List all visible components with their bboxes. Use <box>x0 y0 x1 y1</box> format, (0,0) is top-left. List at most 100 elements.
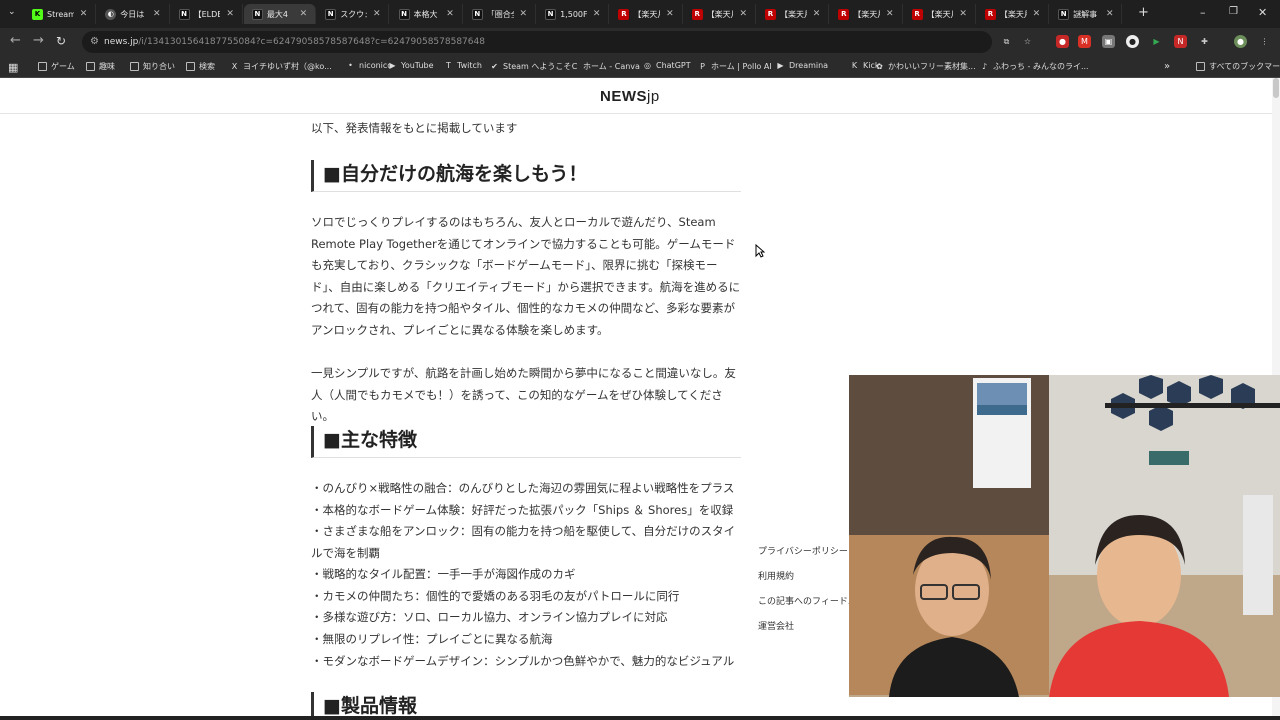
back-arrow-icon[interactable]: ← <box>10 34 21 48</box>
tab-7[interactable]: N 1,500F ✕ <box>537 4 610 24</box>
tab-favicon-icon: R <box>838 8 850 20</box>
tab-8[interactable]: R【楽天月 ✕ <box>610 4 683 24</box>
bookmark-label: Steam へようこそ <box>503 62 572 71</box>
tab-11[interactable]: R【楽天月 ✕ <box>830 4 903 24</box>
site-logo[interactable]: NEWSjp <box>600 88 660 105</box>
bookmark-5[interactable]: • niconico <box>346 61 392 70</box>
bookmark-label: かわいいフリー素材集... <box>888 62 976 71</box>
bookmark-label: ゲーム <box>51 62 75 71</box>
gmail-icon[interactable]: M <box>1078 35 1091 48</box>
tab-9[interactable]: R【楽天月 ✕ <box>684 4 756 24</box>
bookmark-11[interactable]: P ホーム | Pollo AI <box>698 61 772 72</box>
bookmark-1[interactable]: 趣味 <box>86 61 115 72</box>
tab-14[interactable]: N 謎解事 ✕ <box>1050 4 1123 24</box>
tab-close-icon[interactable]: ✕ <box>666 9 674 19</box>
tab-favicon-icon: R <box>691 8 703 20</box>
link-feedback[interactable]: この記事へのフィードバック <box>758 594 850 607</box>
new-tab-plus-icon[interactable]: + <box>1138 5 1149 20</box>
logo-suffix: jp <box>647 88 660 105</box>
all-bookmarks-folder[interactable]: すべてのブックマーク <box>1196 61 1280 72</box>
tab-close-icon[interactable]: ✕ <box>226 9 234 19</box>
feature-item: ・のんびり×戦略性の融合：のんびりとした海辺の雰囲気に程よい戦略性をプラス <box>311 481 735 495</box>
extension-box-icon[interactable]: ▣ <box>1102 35 1115 48</box>
profile-avatar-icon[interactable]: ● <box>1234 35 1247 48</box>
tab-close-icon[interactable]: ✕ <box>959 9 967 19</box>
bookmark-label: Twitch <box>457 61 482 70</box>
tab-13[interactable]: R【楽天月 ✕ <box>977 4 1050 24</box>
extension-new-badge-icon[interactable]: N <box>1174 35 1187 48</box>
bookmark-15[interactable]: ♪ ふわっち - みんなのライ... <box>980 61 1089 72</box>
apps-grid-icon[interactable]: ▦ <box>8 61 18 74</box>
more-bookmarks-chevron-icon[interactable]: » <box>1164 61 1170 72</box>
tab-favicon-icon: K <box>32 8 43 20</box>
tab-close-icon[interactable]: ✕ <box>80 9 88 19</box>
tab-close-icon[interactable]: ✕ <box>300 9 308 19</box>
close-window-icon[interactable]: ✕ <box>1258 6 1267 19</box>
bookmark-0[interactable]: ゲーム <box>38 61 75 72</box>
bookmark-2[interactable]: 知り合い <box>130 61 175 72</box>
tab-12[interactable]: R【楽天月 ✕ <box>904 4 976 24</box>
bookmark-favicon-icon: T <box>446 61 451 70</box>
minimize-icon[interactable]: – <box>1200 6 1206 19</box>
paragraph-modes: ソロでじっくりプレイするのはもちろん、友人とローカルで遊んだり、Steam Re… <box>311 215 741 337</box>
link-terms[interactable]: 利用規約 <box>758 569 850 582</box>
menu-kebab-icon[interactable]: ⋮ <box>1258 35 1271 48</box>
tab-close-icon[interactable]: ✕ <box>1106 9 1114 19</box>
tab-close-icon[interactable]: ✕ <box>593 9 601 19</box>
restore-icon[interactable]: ❐ <box>1229 6 1238 17</box>
bookmark-6[interactable]: ▶ YouTube <box>388 61 433 70</box>
link-privacy[interactable]: プライバシーポリシー <box>758 544 850 557</box>
tab-close-icon[interactable]: ✕ <box>446 9 454 19</box>
tab-1[interactable]: ◐ 今日は ✕ <box>97 4 170 24</box>
bookmark-12[interactable]: ▶ Dreamina <box>776 61 828 70</box>
tab-6[interactable]: N「圏合全 ✕ <box>464 4 537 24</box>
feature-item: ・モダンなボードゲームデザイン：シンプルかつ色鮮やかで、魅力的なビジュアル <box>311 654 735 668</box>
tab-close-icon[interactable]: ✕ <box>1033 9 1041 19</box>
bookmark-favicon-icon: K <box>851 61 858 70</box>
tab-close-icon[interactable]: ✕ <box>813 9 821 19</box>
tab-close-icon[interactable]: ✕ <box>373 9 381 19</box>
tab-close-icon[interactable]: ✕ <box>739 9 747 19</box>
feature-item: ・戦略的なタイル配置：一手一手が海図作成のカギ <box>311 567 576 581</box>
bookmark-8[interactable]: ✔ Steam へようこそ <box>490 61 571 72</box>
bookmark-9[interactable]: C ホーム - Canva <box>570 61 640 72</box>
tab-5[interactable]: N 本格大 ✕ <box>391 4 463 24</box>
site-info-icon[interactable]: ⚙ <box>90 36 99 47</box>
tab-10[interactable]: R 【楽天月 ✕ <box>757 4 830 24</box>
scrollbar-thumb[interactable] <box>1273 78 1279 98</box>
heading-voyage: ■自分だけの航海を楽しもう！ <box>311 160 741 192</box>
logo-main: NEWS <box>600 88 647 105</box>
tab-close-icon[interactable]: ✕ <box>520 9 528 19</box>
bookmark-3[interactable]: 検索 <box>186 61 215 72</box>
extension-play-icon[interactable]: ▶ <box>1150 35 1163 48</box>
tab-search-chevron-icon[interactable]: ⌄ <box>8 7 16 17</box>
extensions-puzzle-icon[interactable]: ✚ <box>1198 35 1211 48</box>
bookmark-favicon-icon: ▶ <box>777 61 784 70</box>
tab-favicon-icon: N <box>545 8 557 20</box>
reload-icon[interactable]: ↻ <box>56 34 66 48</box>
bookmark-4[interactable]: X ヨイチゆいず村（@ko... <box>230 61 332 72</box>
bookmark-10[interactable]: ◎ ChatGPT <box>643 61 691 70</box>
bookmark-star-icon[interactable]: ☆ <box>1021 35 1034 48</box>
tab-4[interactable]: Nスクウェ ✕ <box>317 4 390 24</box>
feature-item: ・無限のリプレイ性：プレイごとに異なる航海 <box>311 632 553 646</box>
browser-toolbar: ← → ↻ ⚙ news.jp/i/1341301564187755084?c=… <box>0 28 1280 56</box>
tab-2[interactable]: N 【ELDE ✕ <box>171 4 243 24</box>
tab-label: 【楽天月 <box>706 9 734 19</box>
tab-0[interactable]: K Stream ✕ <box>24 4 97 24</box>
address-bar[interactable]: ⚙ news.jp/i/1341301564187755084?c=624790… <box>82 31 992 53</box>
bookmark-14[interactable]: ✿ かわいいフリー素材集... <box>875 61 976 72</box>
tab-close-icon[interactable]: ✕ <box>153 9 161 19</box>
extension-red-icon[interactable]: ● <box>1056 35 1069 48</box>
extension-record-icon[interactable]: ● <box>1126 35 1139 48</box>
tab-label: 1,500F <box>560 9 587 19</box>
link-company[interactable]: 運営会社 <box>758 619 850 632</box>
tab-3[interactable]: N 最大4 ✕ <box>243 4 317 24</box>
bookmark-favicon-icon: ♪ <box>981 62 988 71</box>
screen-cast-icon[interactable]: ⧉ <box>1000 35 1013 48</box>
tab-close-icon[interactable]: ✕ <box>886 9 894 19</box>
all-bookmarks-label: すべてのブックマーク <box>1209 62 1280 71</box>
forward-arrow-icon[interactable]: → <box>33 34 44 48</box>
bookmark-7[interactable]: T Twitch <box>444 61 482 70</box>
bookmark-favicon-icon: ▶ <box>389 61 396 70</box>
